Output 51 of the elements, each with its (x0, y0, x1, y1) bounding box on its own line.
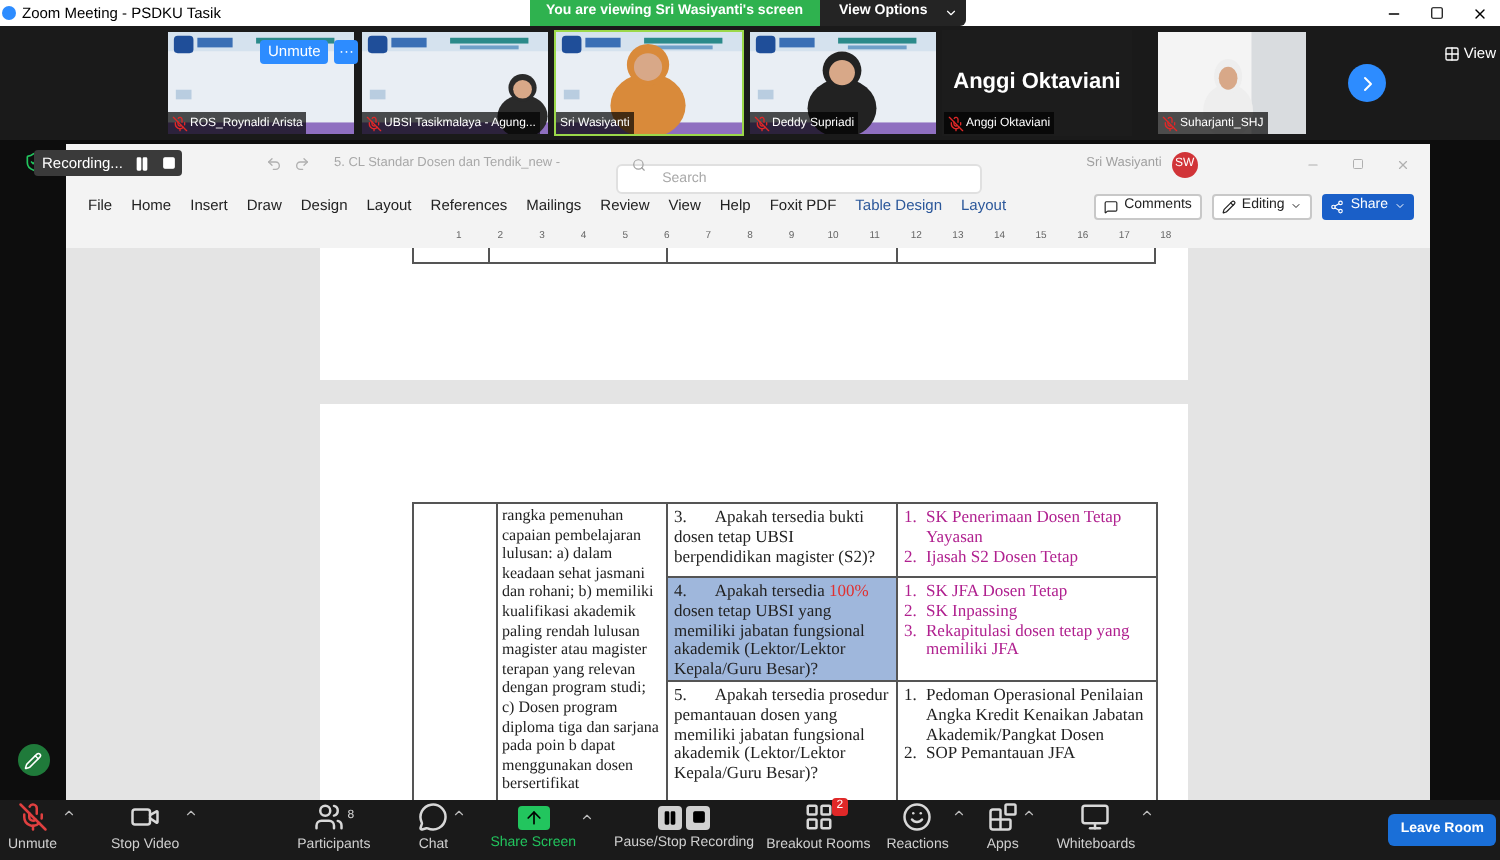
list-number: 2. (904, 601, 919, 622)
evidence-item: SOP Pemantauan JFA (926, 744, 1076, 765)
list-number: 2. (904, 744, 919, 765)
share-screen-icon (517, 805, 550, 830)
close-icon[interactable] (1472, 5, 1488, 21)
list-number: 1. (904, 685, 919, 708)
reactions-icon (902, 802, 933, 833)
apps-icon (987, 802, 1018, 833)
chat-icon (418, 802, 449, 833)
stop-icon[interactable] (162, 156, 177, 170)
list-number: 3. (904, 621, 919, 644)
caret-icon[interactable] (61, 806, 76, 821)
view-grid-icon (1443, 45, 1460, 62)
caret-icon[interactable] (952, 806, 967, 821)
search-icon (632, 157, 647, 171)
share-icon (1330, 199, 1345, 213)
caret-icon (1394, 200, 1406, 212)
zoom-logo-icon (2, 6, 16, 20)
question-text: 4. Apakah tersedia 100% dosen tetap UBSI yang memiliki jabatan fungsional akademik (Lektor/Lektor Kepala/Guru Besar)? (674, 582, 871, 680)
list-number: 2. (904, 547, 919, 567)
caret-icon[interactable] (1022, 806, 1037, 821)
annotate-button[interactable] (17, 744, 49, 776)
caret-icon[interactable] (452, 806, 467, 821)
caret-icon (943, 6, 958, 20)
next-page-button[interactable] (1348, 64, 1386, 102)
pencil-icon (24, 751, 42, 769)
breakout-rooms-icon (803, 802, 834, 833)
caret-icon[interactable] (183, 806, 198, 821)
evidence-item: SK Inpassing (926, 601, 1018, 622)
muted-mic-icon (17, 802, 48, 833)
evidence-item: SK Penerimaan Dosen Tetap Yayasan (926, 508, 1124, 548)
question-text: 5. Apakah tersedia prosedur pemantauan dosen yang memiliki jabatan fungsional akademik (Lektor/Lektor Kepala/Guru Besar)? (674, 685, 890, 784)
comment-icon (1104, 199, 1119, 213)
pause-stop-icon (658, 805, 711, 830)
pencil-icon (1221, 199, 1236, 213)
whiteboard-icon (1080, 802, 1111, 833)
caret-icon[interactable] (1139, 806, 1154, 821)
evidence-item: Rekapitulasi dosen tetap yang memiliki JFA (926, 621, 1132, 661)
list-number: 1. (904, 582, 919, 602)
list-number: 1. (904, 508, 919, 530)
evidence-item: Pedoman Operasional Penilaian Angka Kredit Kenaikan Jabatan Akademik/Pangkat Dosen (926, 685, 1146, 745)
evidence-item: SK JFA Dosen Tetap (926, 582, 1068, 602)
caret-icon (1290, 200, 1303, 212)
pause-icon[interactable] (134, 155, 151, 171)
caret-icon[interactable] (580, 809, 595, 824)
participants-icon (313, 802, 344, 833)
participant-display-name: Anggi Oktaviani (953, 68, 1121, 99)
maximize-icon[interactable] (1430, 5, 1444, 19)
evidence-item: Ijasah S2 Dosen Tetap (926, 547, 1078, 567)
question-text: 3. Apakah tersedia bukti dosen tetap UBSI berpendidikan magister (S2)? (674, 508, 878, 567)
standard-text: rangka pemenuhan capaian pembelajaran lulusan: a) dalam keadaan sehat jasmani dan rohani; b) memiliki kualifikasi akademik paling rendah lulusan magister atau magister terapan yang relevan dengan program studi; c) Dosen program diploma tiga dan sarjana pada poin b dapat menggunakan dosen bersertifikat (502, 506, 661, 794)
